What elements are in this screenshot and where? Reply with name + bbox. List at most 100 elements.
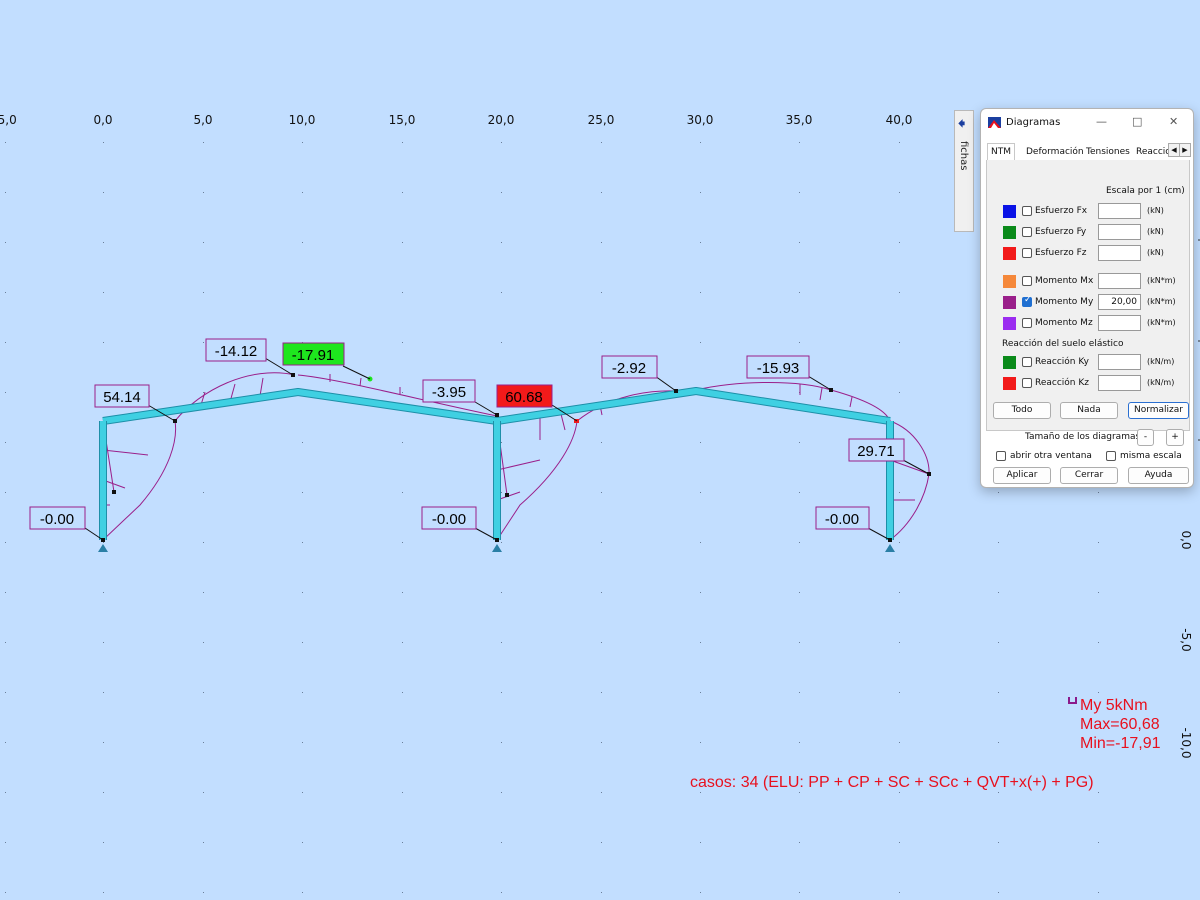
- row-unit: (kN): [1147, 206, 1164, 215]
- row-esfuerzo-fx: Esfuerzo Fx (kN): [987, 203, 1191, 221]
- row-esfuerzo-fy: Esfuerzo Fy (kN): [987, 224, 1191, 242]
- x-tick-label: 15,0: [389, 113, 416, 127]
- svg-text:-0.00: -0.00: [432, 511, 466, 528]
- momento-mx-scale-input[interactable]: [1098, 273, 1141, 289]
- diagram-hatch: [496, 420, 541, 501]
- normalize-button[interactable]: Normalizar: [1128, 402, 1189, 419]
- tab-deformacion[interactable]: Deformación: [1023, 144, 1087, 160]
- row-unit: (kN*m): [1147, 318, 1176, 327]
- support-icons: [98, 544, 895, 552]
- momento-my-scale-input[interactable]: 20,00: [1098, 294, 1141, 310]
- fichas-side-tab[interactable]: 🠸 fichas: [954, 110, 974, 232]
- svg-text:-17.91: -17.91: [292, 347, 335, 364]
- row-unit: (kN): [1147, 248, 1164, 257]
- x-tick-label: 5,0: [193, 113, 212, 127]
- momento-mz-checkbox[interactable]: [1022, 318, 1032, 328]
- dialog-titlebar[interactable]: Diagramas — □ ✕: [981, 109, 1193, 137]
- none-button[interactable]: Nada: [1060, 402, 1118, 419]
- support-icon: [885, 544, 895, 552]
- color-swatch[interactable]: [1003, 275, 1016, 288]
- svg-text:-0.00: -0.00: [40, 511, 74, 528]
- row-unit: (kN*m): [1147, 276, 1176, 285]
- size-minus-button[interactable]: -: [1137, 429, 1154, 446]
- tab-reacciones[interactable]: Reaccio: [1133, 144, 1169, 160]
- esfuerzo-fy-checkbox[interactable]: [1022, 227, 1032, 237]
- open-window-checkbox[interactable]: [996, 451, 1006, 461]
- diagram-curve-left-column: [102, 420, 177, 541]
- close-icon[interactable]: ✕: [1169, 115, 1178, 128]
- ntm-panel: Escala por 1 (cm) Esfuerzo Fx (kN) Esfue…: [986, 160, 1190, 431]
- value-label-left-ridge: -14.12: [205, 338, 267, 362]
- svg-text:-15.93: -15.93: [757, 360, 800, 377]
- svg-text:-0.00: -0.00: [825, 511, 859, 528]
- row-label: Momento Mz: [1035, 318, 1093, 328]
- esfuerzo-fz-checkbox[interactable]: [1022, 248, 1032, 258]
- tab-scroll-right-icon[interactable]: ▶: [1179, 143, 1191, 157]
- same-scale-label: misma escala: [1120, 451, 1182, 461]
- esfuerzo-fy-scale-input[interactable]: [1098, 224, 1141, 240]
- info-min: Min=-17,91: [1080, 735, 1161, 752]
- diagrams-dialog: Diagramas — □ ✕ NTM Deformación Tensione…: [980, 108, 1194, 488]
- same-scale-checkbox[interactable]: [1106, 451, 1116, 461]
- color-swatch[interactable]: [1003, 377, 1016, 390]
- diagram-size-label: Tamaño de los diagramas:: [1025, 432, 1144, 442]
- value-label-left-knee: 54.14: [94, 384, 150, 408]
- value-label-right-ridge: -2.92: [601, 355, 658, 379]
- row-unit: (kN): [1147, 227, 1164, 236]
- all-button[interactable]: Todo: [993, 402, 1051, 419]
- row-label: Esfuerzo Fy: [1035, 227, 1087, 237]
- esfuerzo-fz-scale-input[interactable]: [1098, 245, 1141, 261]
- value-label-mid-base: -0.00: [421, 506, 477, 530]
- color-swatch[interactable]: [1003, 247, 1016, 260]
- svg-text:54.14: 54.14: [103, 389, 141, 406]
- minimize-icon[interactable]: —: [1096, 115, 1107, 128]
- value-label-max: 60.68: [496, 384, 553, 408]
- load-case-text: casos: 34 (ELU: PP + CP + SC + SCc + QVT…: [690, 774, 1094, 791]
- maximize-icon[interactable]: □: [1132, 115, 1142, 128]
- x-tick-label: 25,0: [588, 113, 615, 127]
- value-label-right-rafter: -15.93: [746, 355, 810, 379]
- reaccion-ky-scale-input[interactable]: [1098, 354, 1141, 370]
- reaccion-kz-checkbox[interactable]: [1022, 378, 1032, 388]
- reaccion-ky-checkbox[interactable]: [1022, 357, 1032, 367]
- fichas-label: fichas: [958, 141, 969, 171]
- color-swatch[interactable]: [1003, 356, 1016, 369]
- help-button[interactable]: Ayuda: [1128, 467, 1189, 484]
- y-tick-label: -10,0: [1179, 727, 1193, 758]
- x-axis: -5,0 0,0 5,0 10,0 15,0 20,0 25,0 30,0 35…: [0, 113, 912, 127]
- size-plus-button[interactable]: +: [1166, 429, 1184, 446]
- svg-text:29.71: 29.71: [857, 443, 895, 460]
- momento-mz-scale-input[interactable]: [1098, 315, 1141, 331]
- esfuerzo-fx-scale-input[interactable]: [1098, 203, 1141, 219]
- reaccion-kz-scale-input[interactable]: [1098, 375, 1141, 391]
- x-tick-label: 0,0: [93, 113, 112, 127]
- tab-tensiones[interactable]: Tensiones: [1083, 144, 1133, 160]
- svg-text:-14.12: -14.12: [215, 343, 258, 360]
- color-swatch[interactable]: [1003, 205, 1016, 218]
- row-reaccion-kz: Reacción Kz (kN/m): [987, 375, 1191, 393]
- momento-my-checkbox[interactable]: [1022, 295, 1032, 307]
- row-unit: (kN/m): [1147, 378, 1175, 387]
- info-title: My 5kNm: [1080, 697, 1148, 714]
- color-swatch[interactable]: [1003, 296, 1016, 309]
- x-tick-label: -5,0: [0, 113, 17, 127]
- color-swatch[interactable]: [1003, 226, 1016, 239]
- row-unit: (kN/m): [1147, 357, 1175, 366]
- scale-header: Escala por 1 (cm): [1106, 186, 1185, 196]
- momento-mx-checkbox[interactable]: [1022, 276, 1032, 286]
- row-label: Esfuerzo Fx: [1035, 206, 1088, 216]
- row-unit: (kN*m): [1147, 297, 1176, 306]
- row-label: Reacción Kz: [1035, 378, 1089, 388]
- arrow-left-icon[interactable]: 🠸: [958, 113, 965, 137]
- support-icon: [98, 544, 108, 552]
- esfuerzo-fx-checkbox[interactable]: [1022, 206, 1032, 216]
- diagram-hatch: [102, 420, 149, 506]
- color-swatch[interactable]: [1003, 317, 1016, 330]
- value-label-right-knee: 29.71: [848, 438, 905, 462]
- app-logo-icon: [988, 117, 1001, 128]
- tab-ntm[interactable]: NTM: [987, 143, 1015, 161]
- moment-diagram-icon: [1068, 697, 1077, 704]
- x-tick-label: 40,0: [886, 113, 913, 127]
- apply-button[interactable]: Aplicar: [993, 467, 1051, 484]
- close-button[interactable]: Cerrar: [1060, 467, 1118, 484]
